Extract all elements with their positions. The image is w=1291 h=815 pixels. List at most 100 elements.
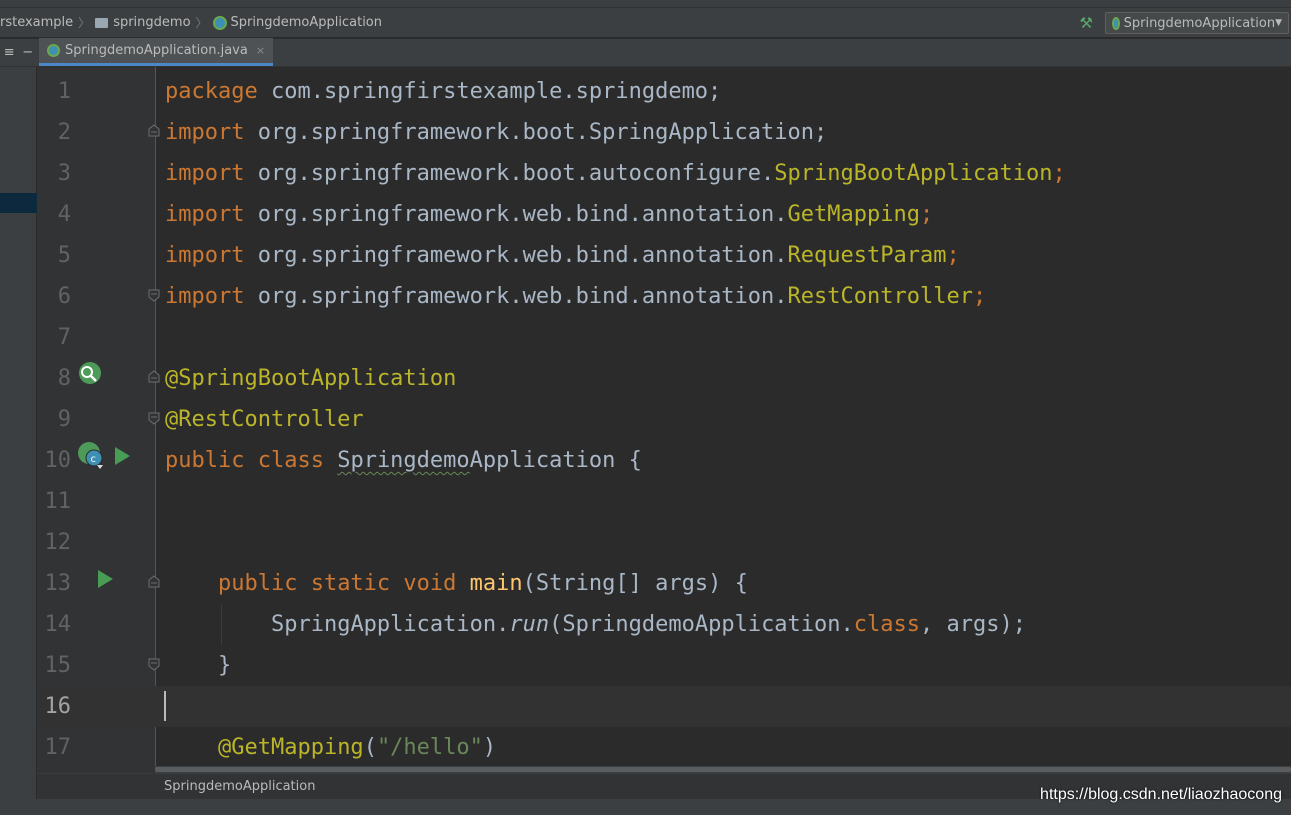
chevron-down-icon: ▼: [1275, 18, 1282, 28]
code-text: @RestController: [165, 399, 364, 440]
build-hammer-icon[interactable]: ⚒: [1080, 14, 1093, 32]
code-text: org.springframework.web.bind.annotation.: [244, 284, 788, 309]
line-number: 14: [44, 612, 72, 637]
code-line: 5 import org.springframework.web.bind.an…: [37, 235, 1291, 276]
code-line: 3 import org.springframework.boot.autoco…: [37, 153, 1291, 194]
line-number: 3: [57, 161, 71, 186]
code-text: org.springframework.web.bind.annotation.: [244, 243, 788, 268]
spring-class-icon: [47, 44, 60, 57]
code-editor[interactable]: 1 package com.springfirstexample.springd…: [37, 67, 1291, 773]
code-text: import org.springframework.boot.SpringAp…: [165, 112, 827, 153]
run-configuration-label: SpringdemoApplication: [1123, 15, 1276, 31]
code-line: 6 import org.springframework.web.bind.an…: [37, 276, 1291, 317]
line-number: 1: [57, 79, 71, 104]
code-line: 13 public static void main(String[] args…: [37, 563, 1291, 604]
keyword: import: [165, 243, 245, 268]
svg-text:c: c: [91, 454, 97, 465]
spring-class-icon: [1112, 16, 1120, 30]
line-number: 10: [44, 448, 72, 473]
code-line: 4 import org.springframework.web.bind.an…: [37, 194, 1291, 235]
code-text: com.springfirstexample.springdemo;: [257, 79, 722, 104]
breadcrumb-module[interactable]: springdemo: [113, 15, 190, 30]
keyword: import: [165, 161, 245, 186]
structure-breadcrumb[interactable]: SpringdemoApplication: [164, 779, 315, 794]
keyword: import: [165, 120, 245, 145]
code-text: (SpringdemoApplication.: [549, 612, 854, 637]
project-panel: [0, 39, 37, 799]
keyword: import: [165, 202, 245, 227]
spring-bean-class-icon[interactable]: c: [77, 441, 103, 469]
code-text: {: [615, 448, 642, 473]
fold-marker-icon[interactable]: [147, 124, 161, 138]
code-line: 1 package com.springfirstexample.springd…: [37, 71, 1291, 112]
line-number: 15: [44, 653, 72, 678]
breadcrumb-class[interactable]: SpringdemoApplication: [231, 15, 382, 30]
keyword: import: [165, 284, 245, 309]
fold-marker-icon[interactable]: [147, 657, 161, 671]
folder-icon: [95, 17, 109, 28]
editor-tab-bar: ≡ − SpringdemoApplication.java ×: [0, 38, 1291, 67]
close-icon[interactable]: ×: [256, 44, 265, 57]
code-text: , args);: [920, 612, 1026, 637]
code-text: ): [482, 735, 497, 760]
scrollbar-thumb[interactable]: [155, 767, 1291, 772]
line-number: 5: [57, 243, 71, 268]
keyword: package: [165, 79, 258, 104]
indent-guide: [221, 604, 222, 645]
code-text: org.springframework.boot.autoconfigure.: [244, 161, 775, 186]
code-text: SpringApplication.: [270, 612, 510, 637]
line-number: 8: [57, 366, 71, 391]
code-text: (String[] args) {: [522, 571, 748, 596]
class-reference: SpringBootApplication: [774, 161, 1053, 186]
fold-marker-icon[interactable]: [147, 288, 161, 302]
line-number: 12: [44, 530, 72, 555]
breadcrumb-project[interactable]: rstexample: [0, 15, 73, 30]
spring-bean-search-icon[interactable]: [77, 361, 103, 387]
run-icon[interactable]: [98, 570, 113, 588]
annotation: @RestController: [165, 407, 364, 432]
code-line: 7: [37, 317, 1291, 358]
line-number: 7: [57, 325, 71, 350]
run-icon[interactable]: [115, 447, 130, 465]
code-text: import org.springframework.web.bind.anno…: [165, 276, 986, 317]
annotation: @SpringBootApplication: [165, 366, 457, 391]
semicolon: ;: [920, 202, 934, 227]
code-line: 14 SpringApplication.run(SpringdemoAppli…: [37, 604, 1291, 645]
method-name: main: [469, 571, 523, 596]
semicolon: ;: [1052, 161, 1066, 186]
code-text: @GetMapping("/hello"): [165, 727, 496, 768]
code-line: 9 @RestController: [37, 399, 1291, 440]
tool-buttons: ≡ −: [0, 38, 37, 66]
class-reference: RestController: [787, 284, 973, 309]
line-number: 2: [57, 120, 71, 145]
line-number: 11: [44, 489, 72, 514]
tab-springdemo-application[interactable]: SpringdemoApplication.java ×: [39, 38, 274, 66]
code-text: public static void main(String[] args) {: [165, 563, 748, 604]
chevron-right-icon: 〉: [78, 16, 91, 30]
keyword: public class: [165, 448, 324, 473]
keyword: class: [853, 612, 921, 637]
code-text: SpringApplication.run(SpringdemoApplicat…: [165, 604, 1026, 645]
spring-class-icon: [212, 15, 227, 30]
code-line: 17 @GetMapping("/hello"): [37, 727, 1291, 768]
line-number: 17: [44, 735, 72, 760]
settings-icon[interactable]: ≡: [4, 45, 15, 60]
method-call: run: [509, 612, 550, 637]
horizontal-scrollbar[interactable]: [155, 766, 1291, 773]
code-line: 11: [37, 481, 1291, 522]
code-line: 15 }: [37, 645, 1291, 686]
chevron-right-icon: 〉: [195, 16, 208, 30]
string-literal: "/hello": [376, 735, 483, 760]
annotation: @GetMapping: [217, 735, 364, 760]
fold-marker-icon[interactable]: [147, 575, 161, 589]
collapse-icon[interactable]: −: [22, 45, 33, 60]
watermark: https://blog.csdn.net/liaozhaocong: [1040, 786, 1282, 803]
run-configuration-select[interactable]: SpringdemoApplication ▼: [1105, 12, 1289, 34]
code-text: @SpringBootApplication: [165, 358, 456, 399]
fold-marker-icon[interactable]: [147, 370, 161, 384]
fold-marker-icon[interactable]: [147, 411, 161, 425]
project-tree-selected-item[interactable]: [0, 193, 37, 213]
code-text: public class SpringdemoApplication {: [165, 440, 642, 481]
code-text: import org.springframework.boot.autoconf…: [165, 153, 1066, 194]
toolbar-right: ⚒ SpringdemoApplication ▼: [1080, 8, 1291, 38]
